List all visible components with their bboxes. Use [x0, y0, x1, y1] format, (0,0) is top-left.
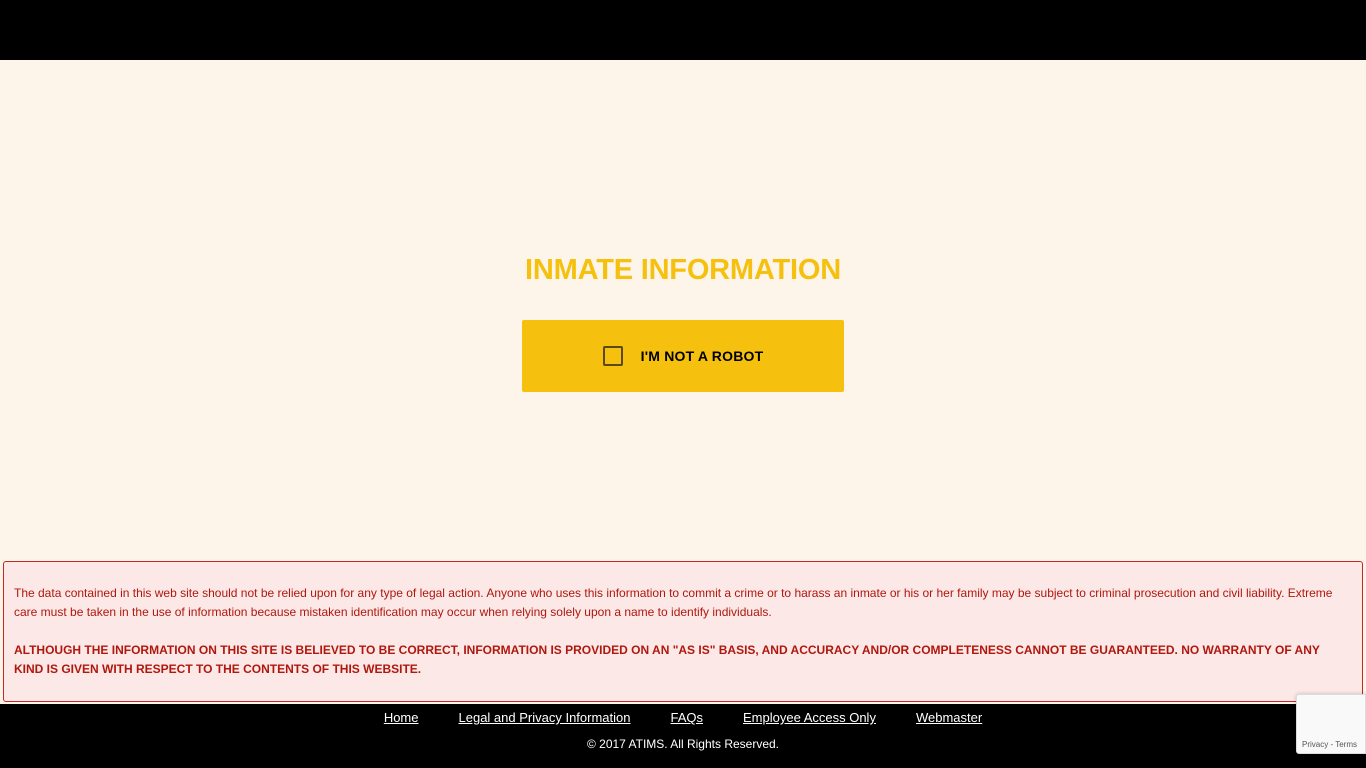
disclaimer-text: The data contained in this web site shou… — [14, 586, 1333, 619]
robot-check-label: I'M NOT A ROBOT — [640, 348, 764, 364]
footer-link-faqs[interactable]: FAQs — [670, 710, 703, 725]
footer-links: Home Legal and Privacy Information FAQs … — [0, 710, 1366, 725]
footer-link-legal-privacy[interactable]: Legal and Privacy Information — [459, 710, 631, 725]
footer-link-employee-access[interactable]: Employee Access Only — [743, 710, 876, 725]
top-header-bar — [0, 0, 1366, 60]
disclaimer-warning: ALTHOUGH THE INFORMATION ON THIS SITE IS… — [14, 643, 1320, 676]
main-content: INMATE INFORMATION I'M NOT A ROBOT — [0, 60, 1366, 560]
footer-link-webmaster[interactable]: Webmaster — [916, 710, 982, 725]
not-a-robot-button[interactable]: I'M NOT A ROBOT — [522, 320, 844, 392]
recaptcha-privacy-link[interactable]: Privacy — [1302, 740, 1328, 749]
recaptcha-links: Privacy - Terms — [1302, 740, 1357, 749]
robot-checkbox[interactable] — [602, 346, 623, 366]
copyright-text: © 2017 ATIMS. All Rights Reserved. — [586, 737, 780, 751]
recaptcha-terms-link[interactable]: Terms — [1335, 740, 1357, 749]
footer: Home Legal and Privacy Information FAQs … — [0, 704, 1366, 768]
recaptcha-badge[interactable]: Privacy - Terms — [1296, 694, 1366, 754]
disclaimer-box: The data contained in this web site shou… — [3, 561, 1363, 702]
footer-link-home[interactable]: Home — [384, 710, 419, 725]
page-title: INMATE INFORMATION — [525, 254, 841, 286]
